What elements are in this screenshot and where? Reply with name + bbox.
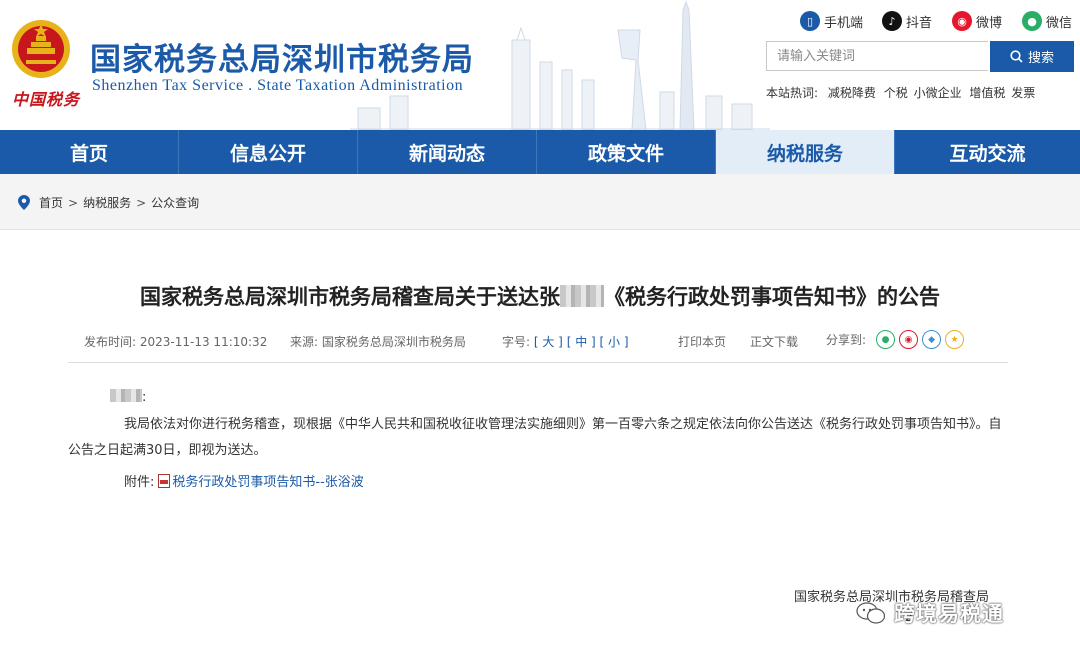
salutation: : — [110, 389, 146, 405]
site-subtitle: Shenzhen Tax Service . State Taxation Ad… — [92, 77, 464, 94]
douyin-label: 抖音 — [906, 15, 933, 31]
search-button-label: 搜索 — [1027, 51, 1054, 66]
hot-word-link[interactable]: 个税 — [884, 86, 908, 100]
article-source: 来源: 国家税务总局深圳市税务局 — [290, 333, 466, 350]
mobile-icon: ▯ — [800, 11, 820, 31]
mobile-link[interactable]: ▯ 手机端 — [800, 10, 863, 32]
content-divider — [68, 362, 1008, 363]
breadcrumb: 首页 > 纳税服务 > 公众查询 — [18, 194, 199, 211]
site-header: 中国税务 国家税务总局深圳市税务局 Shenzhen Tax Service .… — [0, 0, 1080, 130]
breadcrumb-separator: > — [136, 195, 147, 210]
redacted-name — [560, 285, 604, 307]
weibo-link[interactable]: ◉ 微博 — [952, 10, 1002, 32]
national-emblem-icon — [12, 20, 70, 78]
attachment-link[interactable]: 税务行政处罚事项告知书--张浴波 — [172, 471, 363, 490]
font-size-small[interactable]: [ 小 ] — [600, 335, 629, 349]
mobile-label: 手机端 — [824, 15, 864, 31]
print-page-link[interactable]: 打印本页 — [678, 333, 726, 350]
pdf-file-icon — [158, 473, 171, 488]
weibo-icon: ◉ — [952, 11, 972, 31]
watermark-text: 跨境易税通 — [894, 602, 1004, 626]
hot-words: 本站热词: 减税降费 个税 小微企业 增值税 发票 — [766, 84, 1035, 101]
article-body: 我局依法对你进行税务稽查，现根据《中华人民共和国税收征收管理法实施细则》第一百零… — [68, 417, 1002, 458]
breadcrumb-public-query[interactable]: 公众查询 — [151, 194, 199, 211]
attachment-row: 附件: 税务行政处罚事项告知书--张浴波 — [124, 471, 364, 490]
breadcrumb-separator: > — [68, 195, 79, 210]
douyin-link[interactable]: ♪ 抖音 — [882, 10, 932, 32]
nav-item-news[interactable]: 新闻动态 — [358, 130, 537, 174]
publish-time-label: 发布时间: — [84, 335, 137, 349]
brand-script-logo: 中国税务 — [12, 90, 81, 109]
font-size-large[interactable]: [ 大 ] — [534, 335, 563, 349]
wechat-link[interactable]: ● 微信 — [1022, 10, 1072, 32]
breadcrumb-home[interactable]: 首页 — [39, 194, 63, 211]
weibo-label: 微博 — [976, 15, 1003, 31]
site-title: 国家税务总局深圳市税务局 — [90, 42, 474, 78]
download-text-link[interactable]: 正文下载 — [750, 333, 798, 350]
search-input[interactable] — [766, 41, 988, 71]
watermark: 跨境易税通 — [856, 598, 1004, 628]
wechat-label: 微信 — [1046, 15, 1073, 31]
source-label: 来源: — [290, 335, 319, 349]
font-size-controls: 字号: [ 大 ] [ 中 ] [ 小 ] — [502, 333, 629, 350]
nav-item-interaction[interactable]: 互动交流 — [895, 130, 1080, 174]
douyin-icon: ♪ — [882, 11, 902, 31]
article-title-part1: 国家税务总局深圳市税务局稽查局关于送达张 — [140, 285, 560, 309]
wechat-icon: ● — [1022, 11, 1042, 31]
share-qq-icon[interactable]: ◆ — [922, 330, 942, 349]
breadcrumb-tax-service[interactable]: 纳税服务 — [83, 194, 131, 211]
nav-item-policy[interactable]: 政策文件 — [537, 130, 716, 174]
salutation-colon: : — [142, 390, 147, 405]
article-title-part2: 《税务行政处罚事项告知书》的公告 — [604, 285, 940, 309]
share-label: 分享到: — [826, 333, 867, 347]
font-size-label: 字号: — [502, 335, 531, 349]
article-title: 国家税务总局深圳市税务局稽查局关于送达张 《税务行政处罚事项告知书》的公告 — [0, 281, 1080, 311]
hot-word-link[interactable]: 发票 — [1011, 86, 1035, 100]
hot-word-link[interactable]: 增值税 — [969, 86, 1005, 100]
nav-item-tax-service[interactable]: 纳税服务 — [716, 130, 895, 174]
share-weibo-icon[interactable]: ◉ — [899, 330, 919, 349]
wechat-watermark-icon — [856, 602, 886, 624]
search-icon — [1010, 50, 1023, 63]
attachment-label: 附件: — [124, 475, 155, 490]
font-size-medium[interactable]: [ 中 ] — [567, 335, 596, 349]
share-wechat-icon[interactable]: ● — [876, 330, 896, 349]
publish-time-value: 2023-11-13 11:10:32 — [139, 335, 268, 349]
breadcrumb-bar: 首页 > 纳税服务 > 公众查询 — [0, 174, 1080, 230]
share-qzone-icon[interactable]: ★ — [945, 330, 965, 349]
share-bar: 分享到: ● ◉ ◆ ★ — [826, 330, 965, 349]
hot-words-label: 本站热词: — [766, 86, 819, 100]
location-pin-icon — [18, 195, 30, 210]
hot-word-link[interactable]: 减税降费 — [828, 86, 876, 100]
redacted-recipient — [110, 389, 142, 402]
source-value: 国家税务总局深圳市税务局 — [321, 335, 466, 349]
nav-item-info-disclosure[interactable]: 信息公开 — [179, 130, 358, 174]
search-button[interactable]: 搜索 — [990, 41, 1074, 72]
hot-word-link[interactable]: 小微企业 — [914, 86, 962, 100]
nav-item-home[interactable]: 首页 — [0, 130, 179, 174]
main-nav: 首页 信息公开 新闻动态 政策文件 纳税服务 互动交流 — [0, 130, 1080, 174]
publish-time: 发布时间: 2023-11-13 11:10:32 — [84, 333, 267, 350]
